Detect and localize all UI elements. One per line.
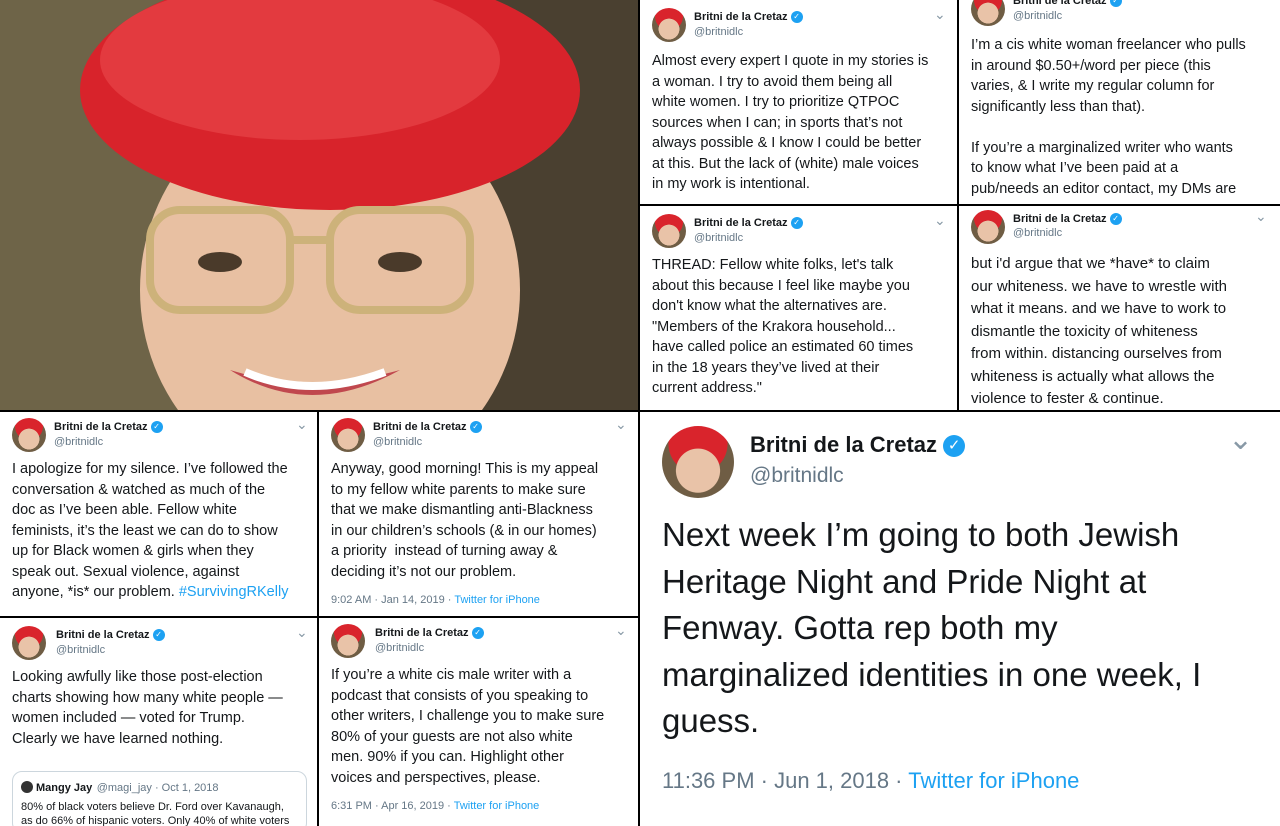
author-handle: @britnidlc bbox=[56, 644, 106, 656]
avatar[interactable] bbox=[12, 626, 46, 660]
quoted-tweet[interactable]: Mangy Jay @magi_jay · Oct 1, 2018 80% of… bbox=[12, 771, 307, 826]
author-name[interactable]: Britni de la Cretaz ✓ bbox=[375, 627, 484, 640]
verified-badge-icon: ✓ bbox=[152, 629, 165, 642]
tweet-text: Anyway, good morning! This is my appeal … bbox=[331, 461, 599, 580]
verified-badge-icon: ✓ bbox=[1109, 213, 1122, 226]
tweet-text: Looking awfully like those post-election… bbox=[12, 669, 283, 747]
author-name[interactable]: Britni de la Cretaz ✓ bbox=[1013, 0, 1122, 8]
avatar[interactable] bbox=[12, 418, 46, 452]
tweet-meta: 11:36 PM · Jun 1, 2018 · Twitter for iPh… bbox=[662, 768, 1079, 794]
verified-badge-icon: ✓ bbox=[943, 435, 966, 458]
chevron-down-icon[interactable]: ⌄ bbox=[934, 6, 946, 23]
tweet-text: Next week I’m going to both Jewish Herit… bbox=[662, 516, 1202, 739]
author-name[interactable]: Britni de la Cretaz ✓ bbox=[1013, 213, 1122, 226]
author-handle: @britnidlc bbox=[694, 232, 744, 244]
chevron-down-icon[interactable]: ⌄ bbox=[615, 622, 627, 639]
quoted-author-name: Mangy Jay bbox=[36, 782, 93, 794]
chevron-down-icon[interactable]: ⌄ bbox=[296, 416, 308, 433]
author-name-text: Britni de la Cretaz bbox=[750, 432, 938, 457]
author-name[interactable]: Britni de la Cretaz ✓ bbox=[373, 421, 482, 434]
author-name-text: Britni de la Cretaz bbox=[1013, 0, 1107, 7]
hashtag-link[interactable]: #SurvivingRKelly bbox=[179, 584, 289, 600]
tweet-meta: 9:02 AM · Jan 14, 2019 · Twitter for iPh… bbox=[331, 594, 540, 606]
tweet-text: but i'd argue that we *have* to claim ou… bbox=[971, 255, 1227, 407]
verified-badge-icon: ✓ bbox=[790, 11, 803, 24]
author-name[interactable]: Britni de la Cretaz ✓ bbox=[750, 432, 966, 458]
verified-badge-icon: ✓ bbox=[469, 421, 482, 434]
tweet-card[interactable]: Britni de la Cretaz ✓ @britnidlc ⌄ If yo… bbox=[319, 618, 638, 826]
author-handle: @britnidlc bbox=[1013, 227, 1063, 239]
tweet-text: I apologize for my silence. I’ve followe… bbox=[12, 459, 314, 603]
tweet-card[interactable]: Britni de la Cretaz ✓ @britnidlc ⌄ I apo… bbox=[0, 412, 317, 616]
avatar[interactable] bbox=[652, 8, 686, 42]
avatar[interactable] bbox=[331, 418, 365, 452]
tweet-card[interactable]: Britni de la Cretaz ✓ @britnidlc ⌄ Almos… bbox=[640, 0, 957, 204]
verified-badge-icon: ✓ bbox=[150, 421, 163, 434]
author-name[interactable]: Britni de la Cretaz ✓ bbox=[56, 629, 165, 642]
tweet-card[interactable]: Britni de la Cretaz ✓ @britnidlc ⌄ Anywa… bbox=[319, 412, 638, 616]
chevron-down-icon[interactable]: ⌄ bbox=[1228, 422, 1253, 457]
author-handle: @britnidlc bbox=[373, 436, 423, 448]
tweet-text: If you’re a white cis male writer with a… bbox=[331, 667, 605, 786]
chevron-down-icon[interactable]: ⌄ bbox=[296, 624, 308, 641]
tweet-text: THREAD: Fellow white folks, let's talk a… bbox=[652, 257, 914, 396]
verified-badge-icon: ✓ bbox=[471, 627, 484, 640]
author-name[interactable]: Britni de la Cretaz ✓ bbox=[694, 11, 803, 24]
avatar[interactable] bbox=[662, 426, 734, 498]
tweet-timestamp: 6:31 PM · Apr 16, 2019 · bbox=[331, 800, 454, 812]
tweet-card[interactable]: Britni de la Cretaz ✓ @britnidlc ⌄ Looki… bbox=[0, 618, 317, 826]
author-handle: @britnidlc bbox=[1013, 10, 1063, 22]
author-name-text: Britni de la Cretaz bbox=[694, 217, 788, 229]
author-name-text: Britni de la Cretaz bbox=[375, 627, 469, 639]
portrait-illustration bbox=[0, 0, 638, 410]
chevron-down-icon[interactable]: ⌄ bbox=[615, 416, 627, 433]
tweet-source-link[interactable]: Twitter for iPhone bbox=[908, 768, 1079, 793]
tweet-card[interactable]: Britni de la Cretaz ✓ @britnidlc ⌄ but i… bbox=[959, 206, 1280, 410]
author-name-text: Britni de la Cretaz bbox=[56, 629, 150, 641]
author-name-text: Britni de la Cretaz bbox=[1013, 213, 1107, 225]
tweet-text-content: I apologize for my silence. I’ve followe… bbox=[12, 461, 288, 600]
author-name-text: Britni de la Cretaz bbox=[54, 421, 148, 433]
tweet-source-link[interactable]: Twitter for iPhone bbox=[454, 594, 540, 606]
author-name-text: Britni de la Cretaz bbox=[694, 11, 788, 23]
author-handle: @britnidlc bbox=[750, 464, 844, 487]
verified-badge-icon: ✓ bbox=[790, 217, 803, 230]
tweet-text: I’m a cis white woman freelancer who pul… bbox=[971, 37, 1246, 197]
tweet-card[interactable]: Britni de la Cretaz ✓ @britnidlc I’m a c… bbox=[959, 0, 1280, 204]
verified-badge-icon: ✓ bbox=[1109, 0, 1122, 8]
quoted-avatar bbox=[21, 780, 33, 793]
avatar[interactable] bbox=[652, 214, 686, 248]
author-handle: @britnidlc bbox=[375, 642, 425, 654]
tweet-timestamp: 11:36 PM · Jun 1, 2018 · bbox=[662, 768, 909, 793]
chevron-down-icon[interactable]: ⌄ bbox=[1255, 208, 1267, 225]
portrait-photo bbox=[0, 0, 638, 410]
avatar[interactable] bbox=[331, 624, 365, 658]
author-handle: @britnidlc bbox=[694, 26, 744, 38]
author-name[interactable]: Britni de la Cretaz ✓ bbox=[54, 421, 163, 434]
tweet-card-large[interactable]: Britni de la Cretaz ✓ @britnidlc ⌄ Next … bbox=[640, 412, 1280, 826]
avatar[interactable] bbox=[971, 0, 1005, 26]
quoted-text: 80% of black voters believe Dr. Ford ove… bbox=[21, 801, 290, 826]
author-name-text: Britni de la Cretaz bbox=[373, 421, 467, 433]
tweet-timestamp: 9:02 AM · Jan 14, 2019 · bbox=[331, 594, 455, 606]
tweet-meta: 6:31 PM · Apr 16, 2019 · Twitter for iPh… bbox=[331, 800, 539, 812]
tweet-text: Almost every expert I quote in my storie… bbox=[652, 53, 929, 192]
quoted-meta: @magi_jay · Oct 1, 2018 bbox=[96, 782, 219, 794]
author-name[interactable]: Britni de la Cretaz ✓ bbox=[694, 217, 803, 230]
tweet-card[interactable]: Britni de la Cretaz ✓ @britnidlc ⌄ THREA… bbox=[640, 206, 957, 410]
avatar[interactable] bbox=[971, 210, 1005, 244]
tweet-source-link[interactable]: Twitter for iPhone bbox=[454, 800, 540, 812]
chevron-down-icon[interactable]: ⌄ bbox=[934, 212, 946, 229]
author-handle: @britnidlc bbox=[54, 436, 104, 448]
